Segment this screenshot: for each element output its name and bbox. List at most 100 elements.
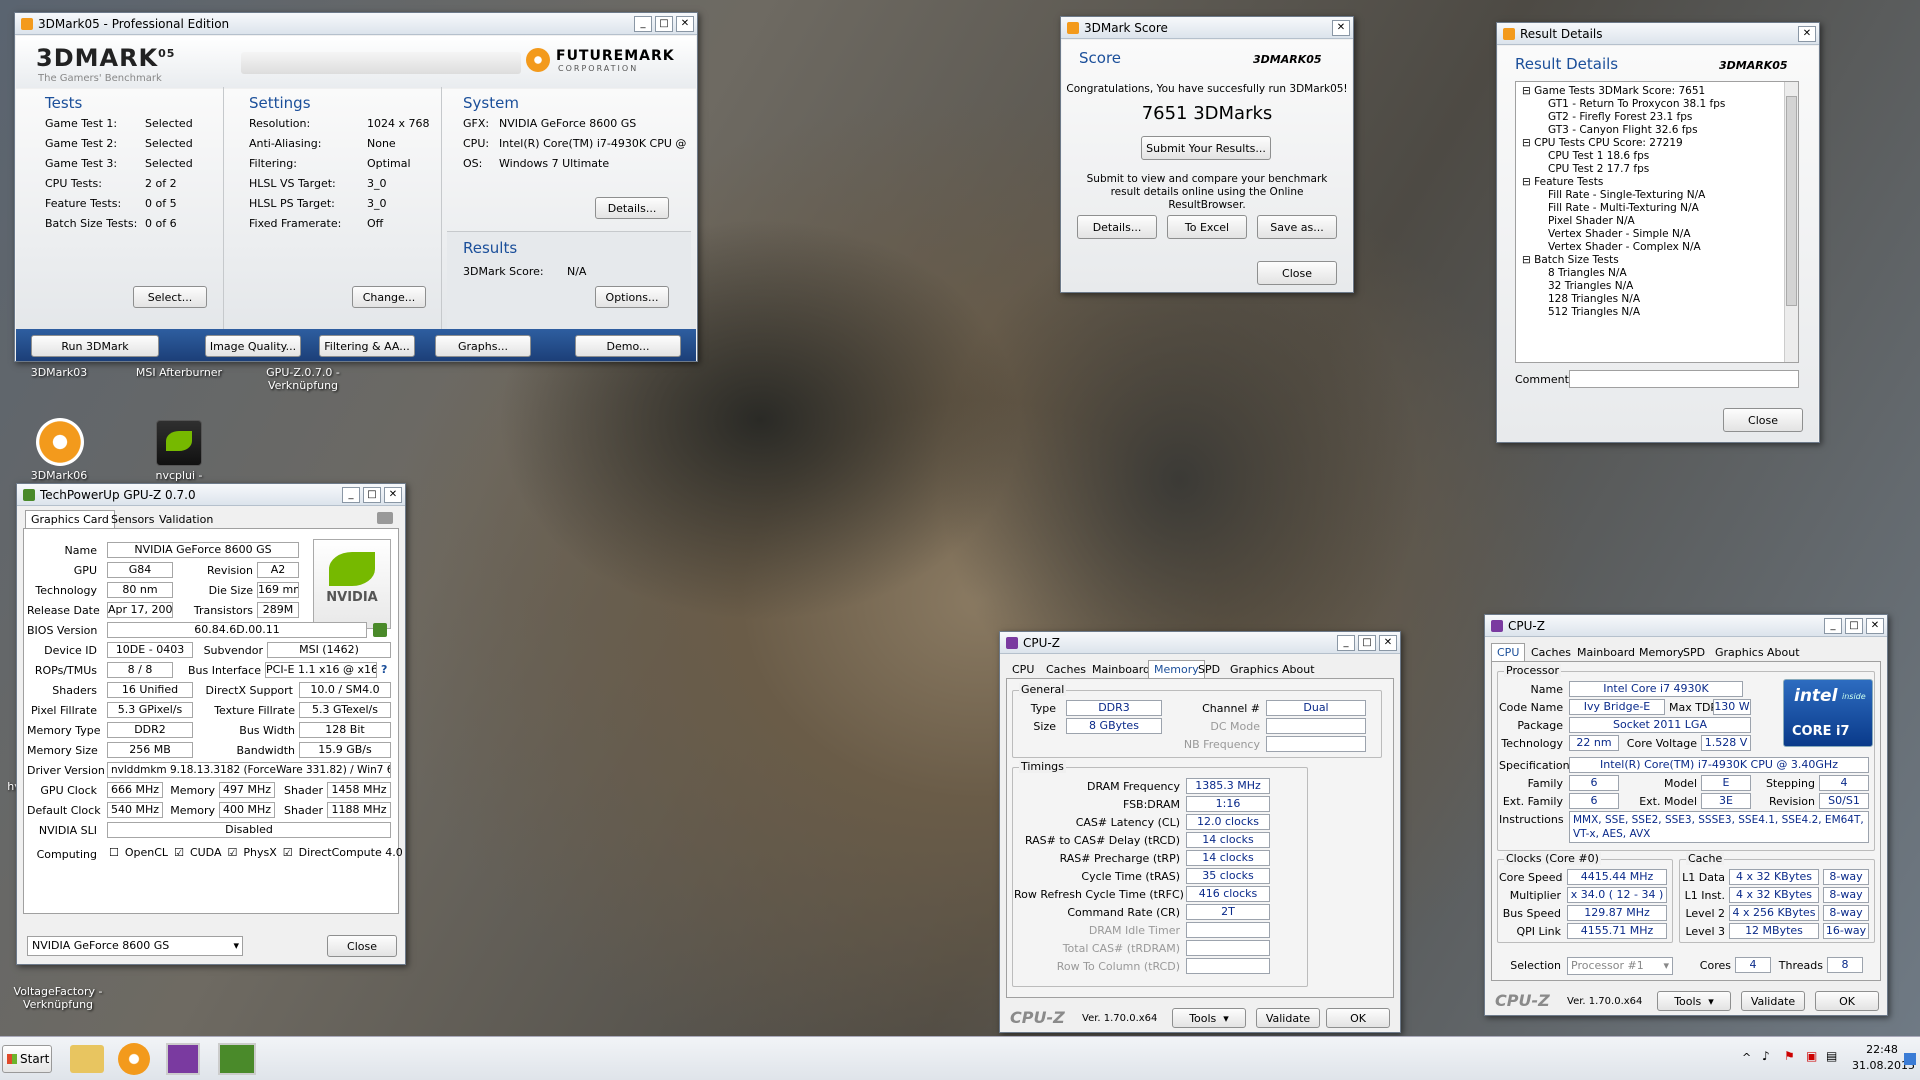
processor-select[interactable]: Processor #1 ▾	[1567, 957, 1673, 975]
details-button[interactable]: Details...	[1077, 215, 1157, 239]
tab-about[interactable]: About	[1276, 660, 1321, 679]
to-excel-button[interactable]: To Excel	[1167, 215, 1247, 239]
tree-item[interactable]: Fill Rate - Single-Texturing N/A	[1522, 189, 1798, 202]
ok-button[interactable]: OK	[1326, 1008, 1390, 1028]
desktop-icon-nvcplui[interactable]: nvcplui -	[144, 469, 214, 482]
results-tree[interactable]: ⊟ Game Tests 3DMark Score: 7651 GT1 - Ret…	[1515, 81, 1799, 363]
clock-date[interactable]: 31.08.2015	[1852, 1059, 1915, 1072]
action-center-icon[interactable]: ⚑	[1784, 1049, 1795, 1063]
network-icon[interactable]: ▤	[1826, 1049, 1837, 1063]
save-as-button[interactable]: Save as...	[1257, 215, 1337, 239]
tree-item[interactable]: CPU Test 1 18.6 fps	[1522, 150, 1798, 163]
comment-input[interactable]	[1569, 370, 1799, 388]
gpuz-taskbar-icon[interactable]	[218, 1043, 256, 1075]
tree-item[interactable]: GT1 - Return To Proxycon 38.1 fps	[1522, 98, 1798, 111]
desktop-icon-voltagefactory[interactable]: VoltageFactory - Verknüpfung	[8, 985, 108, 1011]
tools-button[interactable]: Tools ▾	[1657, 991, 1731, 1011]
options-button[interactable]: Options...	[595, 286, 669, 308]
tree-item[interactable]: 128 Triangles N/A	[1522, 293, 1798, 306]
help-icon[interactable]: ?	[381, 663, 387, 676]
directcompute-checkbox[interactable]: ☑	[283, 846, 293, 859]
3dmark06-icon[interactable]	[36, 418, 84, 466]
tab-about[interactable]: About	[1761, 643, 1806, 662]
show-desktop-button[interactable]	[1904, 1053, 1916, 1065]
tab-caches[interactable]: Caches	[1040, 660, 1092, 679]
close-button[interactable]: Close	[1723, 408, 1803, 432]
volume-icon[interactable]: ♪	[1762, 1049, 1770, 1063]
tree-item[interactable]: ⊟ Feature Tests	[1522, 176, 1798, 189]
tab-spd[interactable]: SPD	[1192, 660, 1226, 679]
close-button[interactable]: Close	[327, 935, 397, 957]
tree-item[interactable]: Vertex Shader - Simple N/A	[1522, 228, 1798, 241]
tray-expand-icon[interactable]: ^	[1742, 1051, 1751, 1064]
cuda-checkbox[interactable]: ☑	[174, 846, 184, 859]
physx-checkbox[interactable]: ☑	[228, 846, 238, 859]
tree-item[interactable]: 512 Triangles N/A	[1522, 306, 1798, 319]
run-3dmark-button[interactable]: Run 3DMark	[31, 335, 159, 357]
maximize-button[interactable]: □	[655, 15, 673, 32]
validate-button[interactable]: Validate	[1741, 991, 1805, 1011]
submit-results-button[interactable]: Submit Your Results...	[1141, 136, 1271, 160]
validate-button[interactable]: Validate	[1256, 1008, 1320, 1028]
minimize-button[interactable]: _	[342, 486, 360, 503]
details-button[interactable]: Details...	[595, 197, 669, 219]
opencl-checkbox[interactable]: ☐	[109, 846, 119, 859]
minimize-button[interactable]: _	[1337, 634, 1355, 651]
nvidia-cpl-icon[interactable]	[156, 420, 202, 466]
collapse-icon[interactable]: ⊟	[1522, 254, 1534, 266]
tab-cpu[interactable]: CPU	[1006, 660, 1040, 679]
tree-item[interactable]: ⊟ Game Tests 3DMark Score: 7651	[1522, 85, 1798, 98]
tree-item[interactable]: 8 Triangles N/A	[1522, 267, 1798, 280]
desktop-icon-msi-afterburner[interactable]: MSI Afterburner	[134, 366, 224, 379]
select-button[interactable]: Select...	[133, 286, 207, 308]
minimize-button[interactable]: _	[1824, 617, 1842, 634]
close-button[interactable]: ✕	[1798, 25, 1816, 42]
close-button[interactable]: ✕	[676, 15, 694, 32]
power-icon[interactable]: ▣	[1806, 1049, 1817, 1063]
graphs-button[interactable]: Graphs...	[435, 335, 531, 357]
tab-mainboard[interactable]: Mainboard	[1571, 643, 1641, 662]
image-quality-button[interactable]: Image Quality...	[205, 335, 301, 357]
gpu-select-dropdown[interactable]: NVIDIA GeForce 8600 GS ▾	[27, 936, 243, 956]
tree-item[interactable]: CPU Test 2 17.7 fps	[1522, 163, 1798, 176]
tree-item[interactable]: ⊟ Batch Size Tests	[1522, 254, 1798, 267]
tree-item[interactable]: GT3 - Canyon Flight 32.6 fps	[1522, 124, 1798, 137]
close-button[interactable]: Close	[1257, 261, 1337, 285]
close-button[interactable]: ✕	[1866, 617, 1884, 634]
maximize-button[interactable]: □	[363, 486, 381, 503]
tree-item[interactable]: Fill Rate - Multi-Texturing N/A	[1522, 202, 1798, 215]
close-button[interactable]: ✕	[1379, 634, 1397, 651]
maximize-button[interactable]: □	[1358, 634, 1376, 651]
tab-caches[interactable]: Caches	[1525, 643, 1577, 662]
tab-cpu[interactable]: CPU	[1491, 643, 1526, 661]
tab-mainboard[interactable]: Mainboard	[1086, 660, 1156, 679]
scrollbar[interactable]	[1784, 82, 1798, 362]
desktop-icon-gpuz[interactable]: GPU-Z.0.7.0 - Verknüpfung	[258, 366, 348, 392]
close-button[interactable]: ✕	[1332, 19, 1350, 36]
filtering-aa-button[interactable]: Filtering & AA...	[319, 335, 415, 357]
tab-graphics-card[interactable]: Graphics Card	[25, 510, 115, 528]
cpuz-taskbar-icon[interactable]	[166, 1043, 200, 1075]
camera-icon[interactable]	[377, 512, 393, 524]
close-button[interactable]: ✕	[384, 486, 402, 503]
ok-button[interactable]: OK	[1815, 991, 1879, 1011]
collapse-icon[interactable]: ⊟	[1522, 137, 1534, 149]
clock-time[interactable]: 22:48	[1852, 1043, 1912, 1056]
tab-spd[interactable]: SPD	[1677, 643, 1711, 662]
collapse-icon[interactable]: ⊟	[1522, 85, 1534, 97]
tools-button[interactable]: Tools ▾	[1172, 1008, 1246, 1028]
demo-button[interactable]: Demo...	[575, 335, 681, 357]
3dmark-taskbar-icon[interactable]	[118, 1043, 150, 1075]
change-button[interactable]: Change...	[352, 286, 426, 308]
maximize-button[interactable]: □	[1845, 617, 1863, 634]
tree-item[interactable]: Vertex Shader - Complex N/A	[1522, 241, 1798, 254]
tree-item[interactable]: Pixel Shader N/A	[1522, 215, 1798, 228]
tab-validation[interactable]: Validation	[153, 510, 219, 529]
tree-item[interactable]: 32 Triangles N/A	[1522, 280, 1798, 293]
desktop-icon-3dmark03[interactable]: 3DMark03	[24, 366, 94, 379]
tree-item[interactable]: GT2 - Firefly Forest 23.1 fps	[1522, 111, 1798, 124]
start-button[interactable]: Start	[2, 1045, 52, 1073]
explorer-taskbar-icon[interactable]	[70, 1045, 104, 1073]
tree-item[interactable]: ⊟ CPU Tests CPU Score: 27219	[1522, 137, 1798, 150]
collapse-icon[interactable]: ⊟	[1522, 176, 1534, 188]
